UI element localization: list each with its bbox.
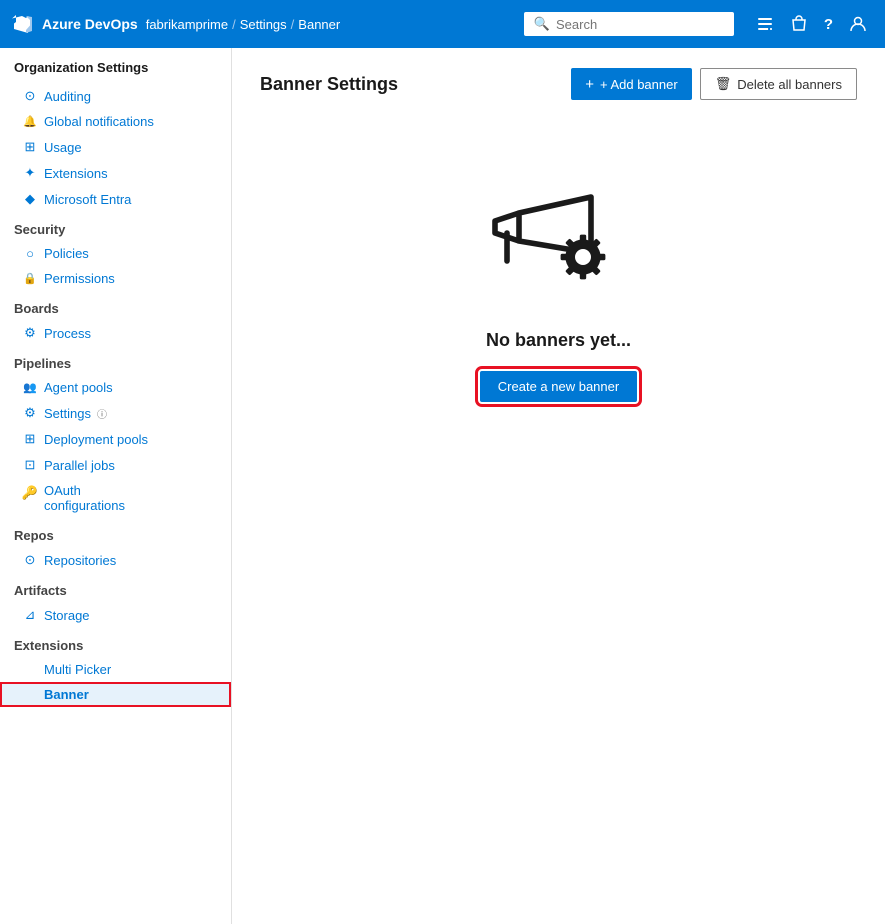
sidebar-item-settings[interactable]: ⚙ Settings ⓘ — [0, 400, 231, 426]
azure-devops-logo-icon — [12, 12, 36, 36]
trash-icon: 🗑 — [715, 76, 732, 92]
create-new-banner-button[interactable]: Create a new banner — [480, 371, 637, 402]
sidebar-item-microsoft-entra[interactable]: ◆ Microsoft Entra — [0, 186, 231, 212]
sidebar-label-policies: Policies — [44, 246, 89, 261]
content-area: Banner Settings + + Add banner 🗑 Delete … — [232, 48, 885, 924]
add-banner-button[interactable]: + + Add banner — [571, 68, 691, 100]
search-input[interactable] — [556, 17, 724, 32]
sidebar-item-global-notifications[interactable]: 🔔 Global notifications — [0, 109, 231, 134]
parallel-jobs-icon: ⊡ — [22, 457, 38, 473]
sidebar-label-multi-picker: Multi Picker — [44, 662, 111, 677]
sidebar-item-process[interactable]: ⚙ Process — [0, 320, 231, 346]
sidebar-section-extensions: Extensions — [0, 628, 231, 657]
breadcrumb-page[interactable]: Banner — [298, 17, 340, 32]
sidebar-label-auditing: Auditing — [44, 89, 91, 104]
content-actions: + + Add banner 🗑 Delete all banners — [571, 68, 857, 100]
sidebar-section-repos: Repos — [0, 518, 231, 547]
help-icon: ? — [824, 16, 833, 33]
sidebar-label-microsoft-entra: Microsoft Entra — [44, 192, 131, 207]
empty-state-text: No banners yet... — [486, 330, 631, 351]
sidebar-label-repositories: Repositories — [44, 553, 116, 568]
bag-icon — [790, 15, 808, 33]
breadcrumb-sep2: / — [291, 17, 295, 32]
deployment-pools-icon: ⊞ — [22, 431, 38, 447]
extensions-icon: ✦ — [22, 165, 38, 181]
sidebar-label-oauth: OAuthconfigurations — [44, 483, 125, 513]
sidebar-label-process: Process — [44, 326, 91, 341]
user-icon — [849, 15, 867, 33]
breadcrumb-section[interactable]: Settings — [240, 17, 287, 32]
sidebar-label-extensions: Extensions — [44, 166, 108, 181]
empty-state-illustration — [479, 180, 639, 310]
marketplace-icon-button[interactable] — [784, 9, 814, 39]
global-notifications-icon: 🔔 — [22, 115, 38, 128]
sidebar-item-extensions[interactable]: ✦ Extensions — [0, 160, 231, 186]
page-title: Banner Settings — [260, 74, 571, 95]
sidebar-label-global-notifications: Global notifications — [44, 114, 154, 129]
repositories-icon: ⊙ — [22, 552, 38, 568]
breadcrumb-sep1: / — [232, 17, 236, 32]
sidebar-section-artifacts: Artifacts — [0, 573, 231, 602]
sidebar-title: Organization Settings — [0, 48, 231, 83]
sidebar-section-pipelines: Pipelines — [0, 346, 231, 375]
sidebar-label-agent-pools: Agent pools — [44, 380, 113, 395]
oauth-icon: 🔑 — [22, 485, 38, 501]
delete-all-banners-button[interactable]: 🗑 Delete all banners — [700, 68, 857, 100]
sidebar-section-boards: Boards — [0, 291, 231, 320]
sidebar-item-deployment-pools[interactable]: ⊞ Deployment pools — [0, 426, 231, 452]
topbar-icons: ? — [750, 9, 873, 39]
sidebar-item-agent-pools[interactable]: 👥 Agent pools — [0, 375, 231, 400]
sidebar-label-banner: Banner — [44, 687, 89, 702]
main-layout: Organization Settings ⊙ Auditing 🔔 Globa… — [0, 48, 885, 924]
sidebar-section-security: Security — [0, 212, 231, 241]
breadcrumb: fabrikamprime / Settings / Banner — [146, 17, 341, 32]
auditing-icon: ⊙ — [22, 88, 38, 104]
settings-list-icon — [756, 15, 774, 33]
sidebar-label-usage: Usage — [44, 140, 82, 155]
sidebar-item-banner[interactable]: Banner — [0, 682, 231, 707]
empty-state: No banners yet... Create a new banner — [260, 180, 857, 402]
search-icon: 🔍 — [534, 16, 550, 32]
policies-icon: ○ — [22, 246, 38, 261]
sidebar: Organization Settings ⊙ Auditing 🔔 Globa… — [0, 48, 232, 924]
pipelines-settings-icon: ⚙ — [22, 405, 38, 421]
content-header: Banner Settings + + Add banner 🗑 Delete … — [260, 68, 857, 100]
sidebar-item-oauth-configurations[interactable]: 🔑 OAuthconfigurations — [0, 478, 231, 518]
sidebar-item-policies[interactable]: ○ Policies — [0, 241, 231, 266]
sidebar-label-parallel-jobs: Parallel jobs — [44, 458, 115, 473]
sidebar-item-storage[interactable]: ⊿ Storage — [0, 602, 231, 628]
sidebar-label-storage: Storage — [44, 608, 90, 623]
search-box[interactable]: 🔍 — [524, 12, 734, 36]
sidebar-item-permissions[interactable]: 🔒 Permissions — [0, 266, 231, 291]
permissions-icon: 🔒 — [22, 272, 38, 285]
add-icon: + — [585, 77, 594, 92]
settings-info-icon: ⓘ — [97, 406, 107, 421]
storage-icon: ⊿ — [22, 607, 38, 623]
app-logo[interactable]: Azure DevOps — [12, 12, 138, 36]
sidebar-label-deployment-pools: Deployment pools — [44, 432, 148, 447]
sidebar-item-multi-picker[interactable]: Multi Picker — [0, 657, 231, 682]
usage-icon: ⊞ — [22, 139, 38, 155]
settings-list-icon-button[interactable] — [750, 9, 780, 39]
sidebar-item-usage[interactable]: ⊞ Usage — [0, 134, 231, 160]
delete-all-label: Delete all banners — [737, 77, 842, 92]
sidebar-label-settings: Settings — [44, 406, 91, 421]
sidebar-label-permissions: Permissions — [44, 271, 115, 286]
sidebar-item-auditing[interactable]: ⊙ Auditing — [0, 83, 231, 109]
topbar: Azure DevOps fabrikamprime / Settings / … — [0, 0, 885, 48]
breadcrumb-org[interactable]: fabrikamprime — [146, 17, 228, 32]
agent-pools-icon: 👥 — [22, 381, 38, 394]
user-icon-button[interactable] — [843, 9, 873, 39]
help-icon-button[interactable]: ? — [818, 10, 839, 39]
sidebar-item-parallel-jobs[interactable]: ⊡ Parallel jobs — [0, 452, 231, 478]
sidebar-item-repositories[interactable]: ⊙ Repositories — [0, 547, 231, 573]
add-banner-label: + Add banner — [600, 77, 678, 92]
microsoft-entra-icon: ◆ — [22, 191, 38, 207]
process-icon: ⚙ — [22, 325, 38, 341]
app-name: Azure DevOps — [42, 16, 138, 32]
